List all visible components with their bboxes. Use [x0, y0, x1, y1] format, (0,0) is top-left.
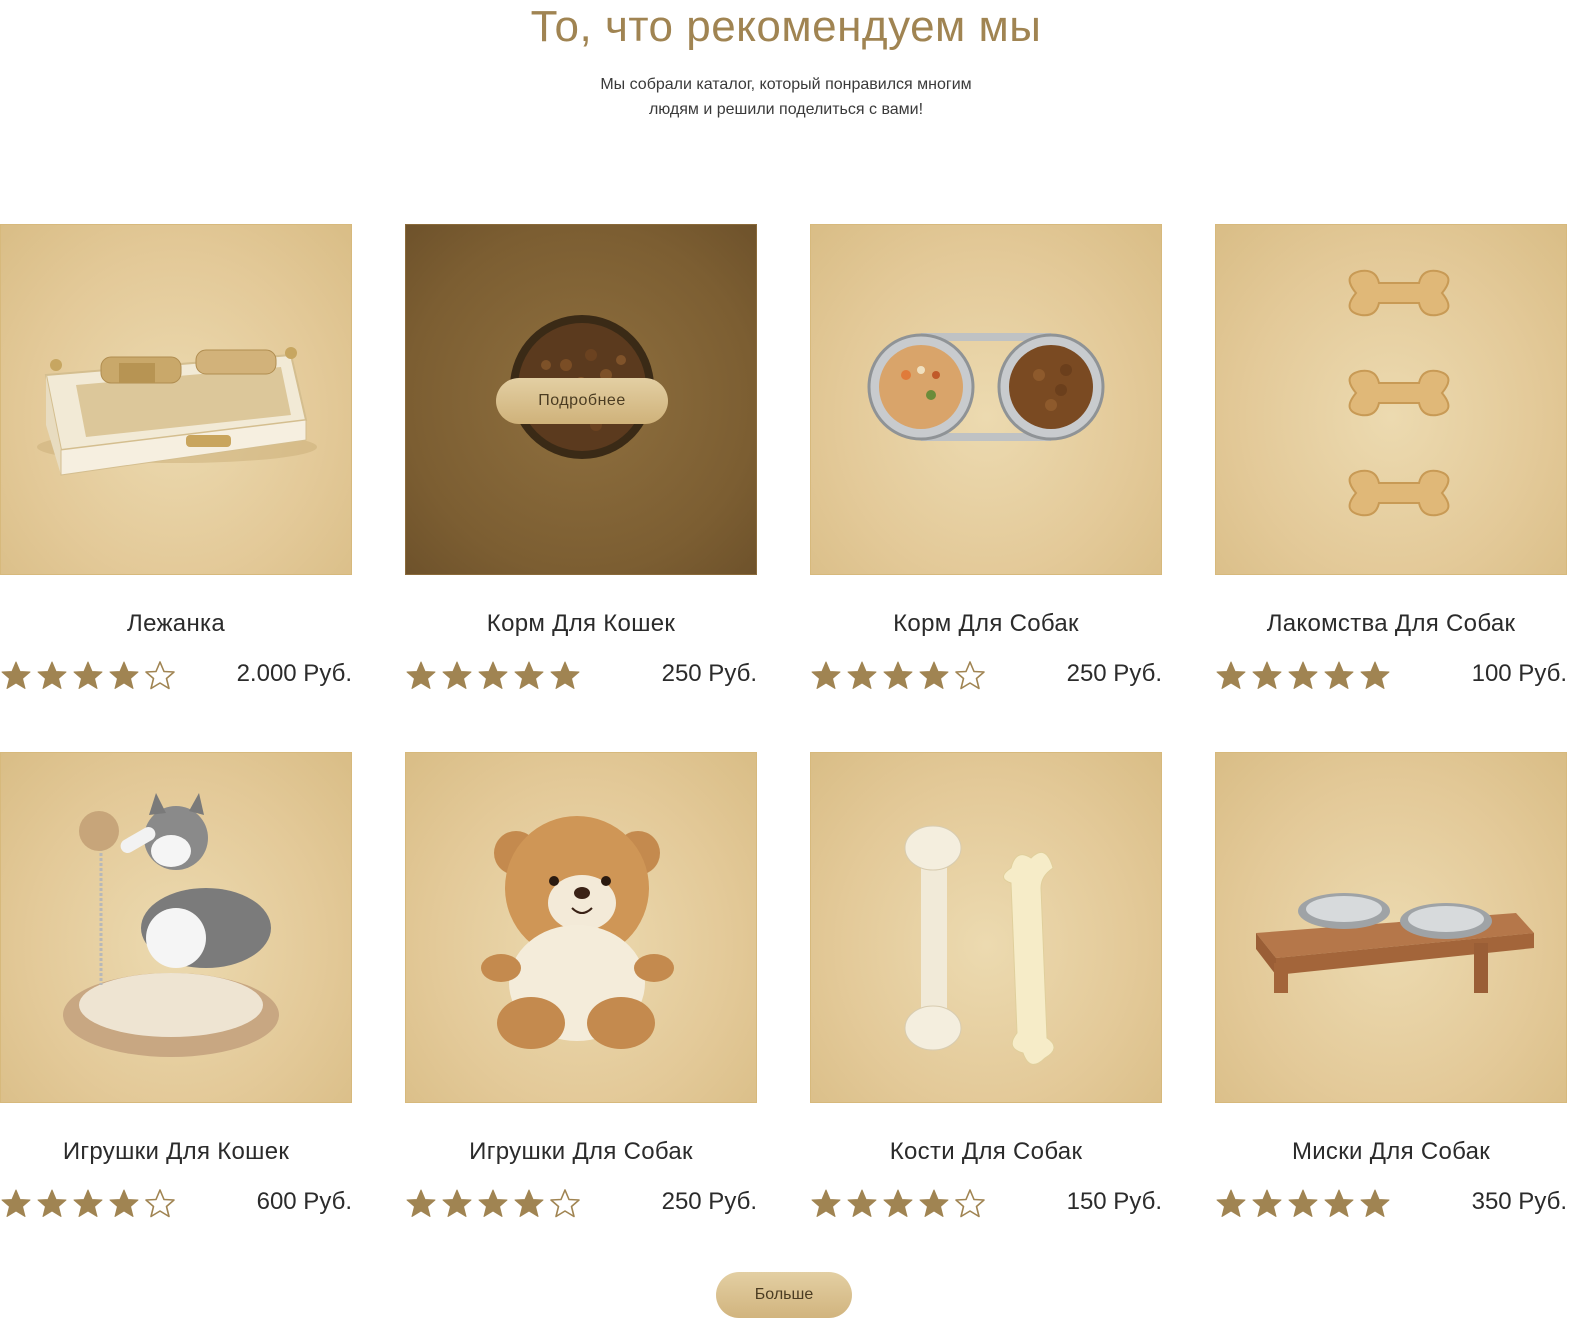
rating-stars — [405, 1188, 581, 1218]
rating-stars — [810, 660, 986, 690]
rating-stars — [0, 660, 176, 690]
product-image-chew-bones[interactable] — [810, 752, 1162, 1103]
product-image-dog-food[interactable] — [810, 224, 1162, 575]
star-filled-icon — [406, 661, 436, 689]
star-filled-icon — [811, 661, 841, 689]
star-filled-icon — [109, 661, 139, 689]
product-price: 350 Руб. — [1471, 1188, 1567, 1215]
product-price: 600 Руб. — [256, 1188, 352, 1215]
product-name[interactable]: Корм Для Кошек — [405, 610, 757, 638]
product-image-bowls-stand[interactable] — [1215, 752, 1567, 1103]
star-filled-icon — [442, 1189, 472, 1217]
star-filled-icon — [1, 661, 31, 689]
star-filled-icon — [514, 661, 544, 689]
star-filled-icon — [109, 1189, 139, 1217]
product-name[interactable]: Миски Для Собак — [1215, 1138, 1567, 1166]
star-filled-icon — [550, 661, 580, 689]
star-filled-icon — [478, 1189, 508, 1217]
product-price: 2.000 Руб. — [236, 660, 352, 687]
product-price: 150 Руб. — [1066, 1188, 1162, 1215]
product-image-bone-biscuits[interactable] — [1215, 224, 1567, 575]
product-name[interactable]: Кости Для Собак — [810, 1138, 1162, 1166]
star-empty-icon — [955, 1189, 985, 1218]
star-filled-icon — [1288, 1189, 1318, 1217]
product-image-cat-food[interactable]: Подробнее — [405, 224, 757, 575]
load-more-button[interactable]: Больше — [716, 1272, 852, 1318]
rating-stars — [0, 1188, 176, 1218]
rating-stars — [405, 660, 581, 690]
star-filled-icon — [37, 1189, 67, 1217]
rating-stars — [810, 1188, 986, 1218]
page-subtitle: Мы собрали каталог, который понравился м… — [0, 72, 1572, 122]
star-filled-icon — [1360, 1189, 1390, 1217]
star-filled-icon — [442, 661, 472, 689]
product-name[interactable]: Игрушки Для Кошек — [0, 1138, 352, 1166]
product-card[interactable]: Игрушки Для Собак 250 Руб. — [405, 752, 757, 1218]
star-filled-icon — [1216, 661, 1246, 689]
star-filled-icon — [847, 1189, 877, 1217]
star-empty-icon — [145, 1189, 175, 1218]
star-filled-icon — [514, 1189, 544, 1217]
star-filled-icon — [1216, 1189, 1246, 1217]
product-image-cat-toy[interactable] — [0, 752, 352, 1103]
details-button[interactable]: Подробнее — [496, 378, 668, 424]
star-filled-icon — [478, 661, 508, 689]
star-filled-icon — [1360, 661, 1390, 689]
star-filled-icon — [883, 1189, 913, 1217]
product-price: 250 Руб. — [661, 660, 757, 687]
star-filled-icon — [811, 1189, 841, 1217]
product-image-pet-bed[interactable] — [0, 224, 352, 575]
product-name[interactable]: Игрушки Для Собак — [405, 1138, 757, 1166]
star-filled-icon — [406, 1189, 436, 1217]
star-filled-icon — [1324, 661, 1354, 689]
product-card[interactable]: Корм Для Собак 250 Руб. — [810, 224, 1162, 690]
star-filled-icon — [1, 1189, 31, 1217]
product-price: 100 Руб. — [1471, 660, 1567, 687]
product-card[interactable]: Кости Для Собак 150 Руб. — [810, 752, 1162, 1218]
star-filled-icon — [37, 661, 67, 689]
product-price: 250 Руб. — [661, 1188, 757, 1215]
page-title: То, что рекомендуем мы — [530, 2, 1042, 51]
star-filled-icon — [919, 1189, 949, 1217]
product-price: 250 Руб. — [1066, 660, 1162, 687]
product-name[interactable]: Лакомства Для Собак — [1215, 610, 1567, 638]
star-empty-icon — [955, 661, 985, 690]
rating-stars — [1215, 660, 1391, 690]
star-filled-icon — [1324, 1189, 1354, 1217]
star-filled-icon — [919, 661, 949, 689]
product-card[interactable]: Игрушки Для Кошек 600 Руб. — [0, 752, 352, 1218]
product-image-teddy-bear[interactable] — [405, 752, 757, 1103]
product-card[interactable]: Лакомства Для Собак 100 Руб. — [1215, 224, 1567, 689]
subtitle-line-2: людям и решили поделиться с вами! — [648, 101, 924, 118]
star-filled-icon — [847, 661, 877, 689]
star-filled-icon — [1252, 661, 1282, 689]
star-empty-icon — [145, 661, 175, 690]
subtitle-line-1: Мы собрали каталог, который понравился м… — [600, 76, 972, 93]
product-card[interactable]: Миски Для Собак 350 Руб. — [1215, 752, 1567, 1217]
star-filled-icon — [73, 1189, 103, 1217]
star-filled-icon — [1288, 661, 1318, 689]
product-name[interactable]: Корм Для Собак — [810, 610, 1162, 638]
star-filled-icon — [1252, 1189, 1282, 1217]
star-filled-icon — [883, 661, 913, 689]
star-empty-icon — [550, 1189, 580, 1218]
product-card[interactable]: Лежанка 2.000 Руб. — [0, 224, 352, 690]
star-filled-icon — [73, 661, 103, 689]
rating-stars — [1215, 1188, 1391, 1218]
product-name[interactable]: Лежанка — [0, 610, 352, 638]
product-card[interactable]: Подробнее Корм Для Кошек 250 Руб. — [405, 224, 757, 689]
